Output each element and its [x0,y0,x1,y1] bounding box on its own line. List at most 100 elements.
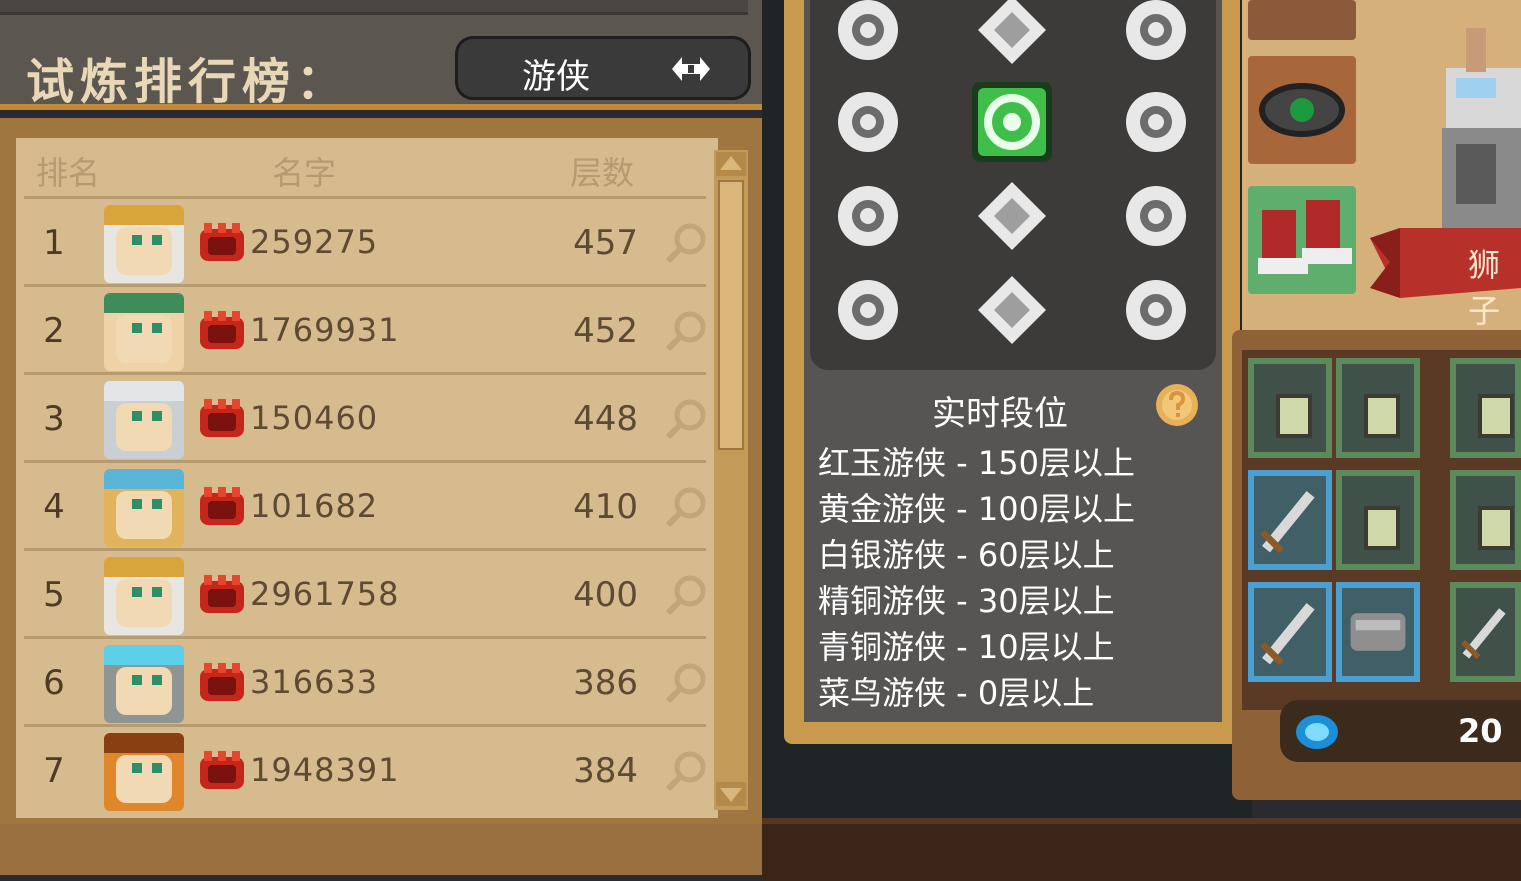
row-floors: 400 [573,575,638,615]
blue-gem-icon [1296,715,1338,749]
column-header-rank: 排名 [36,154,101,192]
leaderboard-row[interactable]: 7 1948391 384 [24,724,706,813]
column-header-name: 名字 [272,154,337,192]
row-floors: 410 [573,487,638,527]
player-name: 1948391 [250,751,400,789]
equipment-slot-top[interactable] [1248,0,1356,40]
help-icon[interactable] [1154,382,1200,428]
inspect-player-icon[interactable] [664,661,708,705]
diamond-badge-icon[interactable] [972,0,1052,70]
row-floors: 386 [573,663,638,703]
card-item-icon [1276,394,1312,438]
tier-line-silver: 白银游侠 - 60层以上 [818,536,1115,574]
sword-item-icon [1260,603,1315,666]
guild-crest-icon [200,399,244,437]
background-floor [762,818,1521,881]
guild-crest-icon [200,487,244,525]
tower-badge-icon[interactable] [828,82,908,162]
row-rank: 1 [43,223,65,263]
inspect-player-icon[interactable] [664,485,708,529]
inspect-player-icon[interactable] [664,397,708,441]
inventory-slot[interactable] [1336,582,1420,682]
guild-crest-icon [200,663,244,701]
vortex-badge-icon[interactable] [1116,270,1196,350]
hexagon-badge-icon[interactable] [828,176,908,256]
player-avatar[interactable] [104,381,184,459]
player-name: 259275 [250,223,379,261]
leaderboard-row[interactable]: 2 1769931 452 [24,284,706,373]
character-name-label: 狮子 [1468,246,1501,330]
swap-class-icon[interactable] [666,51,716,87]
header-top-strip [0,0,748,15]
scroll-down-icon[interactable] [716,782,746,806]
inventory-slot[interactable] [1248,470,1332,570]
tier-line-rookie: 菜鸟游侠 - 0层以上 [818,674,1095,712]
tier-line-fine-copper: 精铜游侠 - 30层以上 [818,582,1115,620]
spiral-badge-icon[interactable] [972,270,1052,350]
row-rank: 5 [43,575,65,615]
row-rank: 3 [43,399,65,439]
player-avatar[interactable] [104,205,184,283]
player-avatar[interactable] [104,469,184,547]
star-diamond-badge-icon[interactable] [972,176,1052,256]
inventory-slot[interactable] [1450,470,1521,570]
rank-info-heading: 实时段位 [932,394,1068,434]
inspect-player-icon[interactable] [664,309,708,353]
inventory-slot[interactable] [1450,358,1521,458]
green-swirl-badge-icon[interactable] [972,82,1052,162]
player-avatar[interactable] [104,293,184,371]
knight-character [1442,28,1521,228]
player-avatar[interactable] [104,733,184,811]
equipment-slot-boots[interactable] [1248,186,1356,294]
card-item-icon [1478,394,1514,438]
equipment-slot-amulet[interactable] [1248,56,1356,164]
inventory-slot[interactable] [1248,358,1332,458]
tier-line-ruby: 红玉游侠 - 150层以上 [818,444,1135,482]
inventory-slot[interactable] [1336,470,1420,570]
row-floors: 457 [573,223,638,263]
player-name: 1769931 [250,311,400,349]
player-avatar[interactable] [104,557,184,635]
row-floors: 452 [573,311,638,351]
inspect-player-icon[interactable] [664,749,708,793]
class-selector-label: 游侠 [522,57,590,97]
leaderboard-row[interactable]: 5 2961758 400 [24,548,706,637]
guild-crest-icon [200,751,244,789]
player-avatar[interactable] [104,645,184,723]
leaderboard-row[interactable]: 6 316633 386 [24,636,706,725]
tier-line-bronze: 青铜游侠 - 10层以上 [818,628,1115,666]
winged-shield-badge-icon[interactable] [828,270,908,350]
player-name: 150460 [250,399,379,437]
table-bottom-border [0,824,762,875]
row-rank: 6 [43,663,65,703]
beetle-badge-icon[interactable] [828,0,908,70]
row-rank: 4 [43,487,65,527]
row-floors: 384 [573,751,638,791]
flame-badge-icon[interactable] [1116,176,1196,256]
stone-item-icon [1350,613,1406,651]
leaderboard-row[interactable]: 3 150460 448 [24,372,706,461]
inventory-slot[interactable] [1336,358,1420,458]
sword-item-icon [1461,608,1506,660]
player-name: 316633 [250,663,379,701]
inspect-player-icon[interactable] [664,573,708,617]
inspect-player-icon[interactable] [664,221,708,265]
row-rank: 7 [43,751,65,791]
leaderboard-row[interactable]: 1 259275 457 [24,196,706,285]
inventory-slot[interactable] [1248,582,1332,682]
guild-crest-icon [200,311,244,349]
class-selector-button[interactable]: 游侠 [455,36,751,100]
card-item-icon [1478,506,1514,550]
inventory-slot[interactable] [1450,582,1521,682]
helmet-badge-icon[interactable] [1116,0,1196,70]
crossed-swords-badge-icon[interactable] [1116,82,1196,162]
scroll-up-icon[interactable] [716,152,746,176]
leaderboard-title: 试炼排行榜： [26,54,351,110]
leaderboard-row[interactable]: 4 101682 410 [24,460,706,549]
row-floors: 448 [573,399,638,439]
guild-crest-icon [200,575,244,613]
card-item-icon [1364,394,1400,438]
boots-icon [1258,200,1352,274]
guild-crest-icon [200,223,244,261]
scrollbar-thumb[interactable] [718,180,744,450]
